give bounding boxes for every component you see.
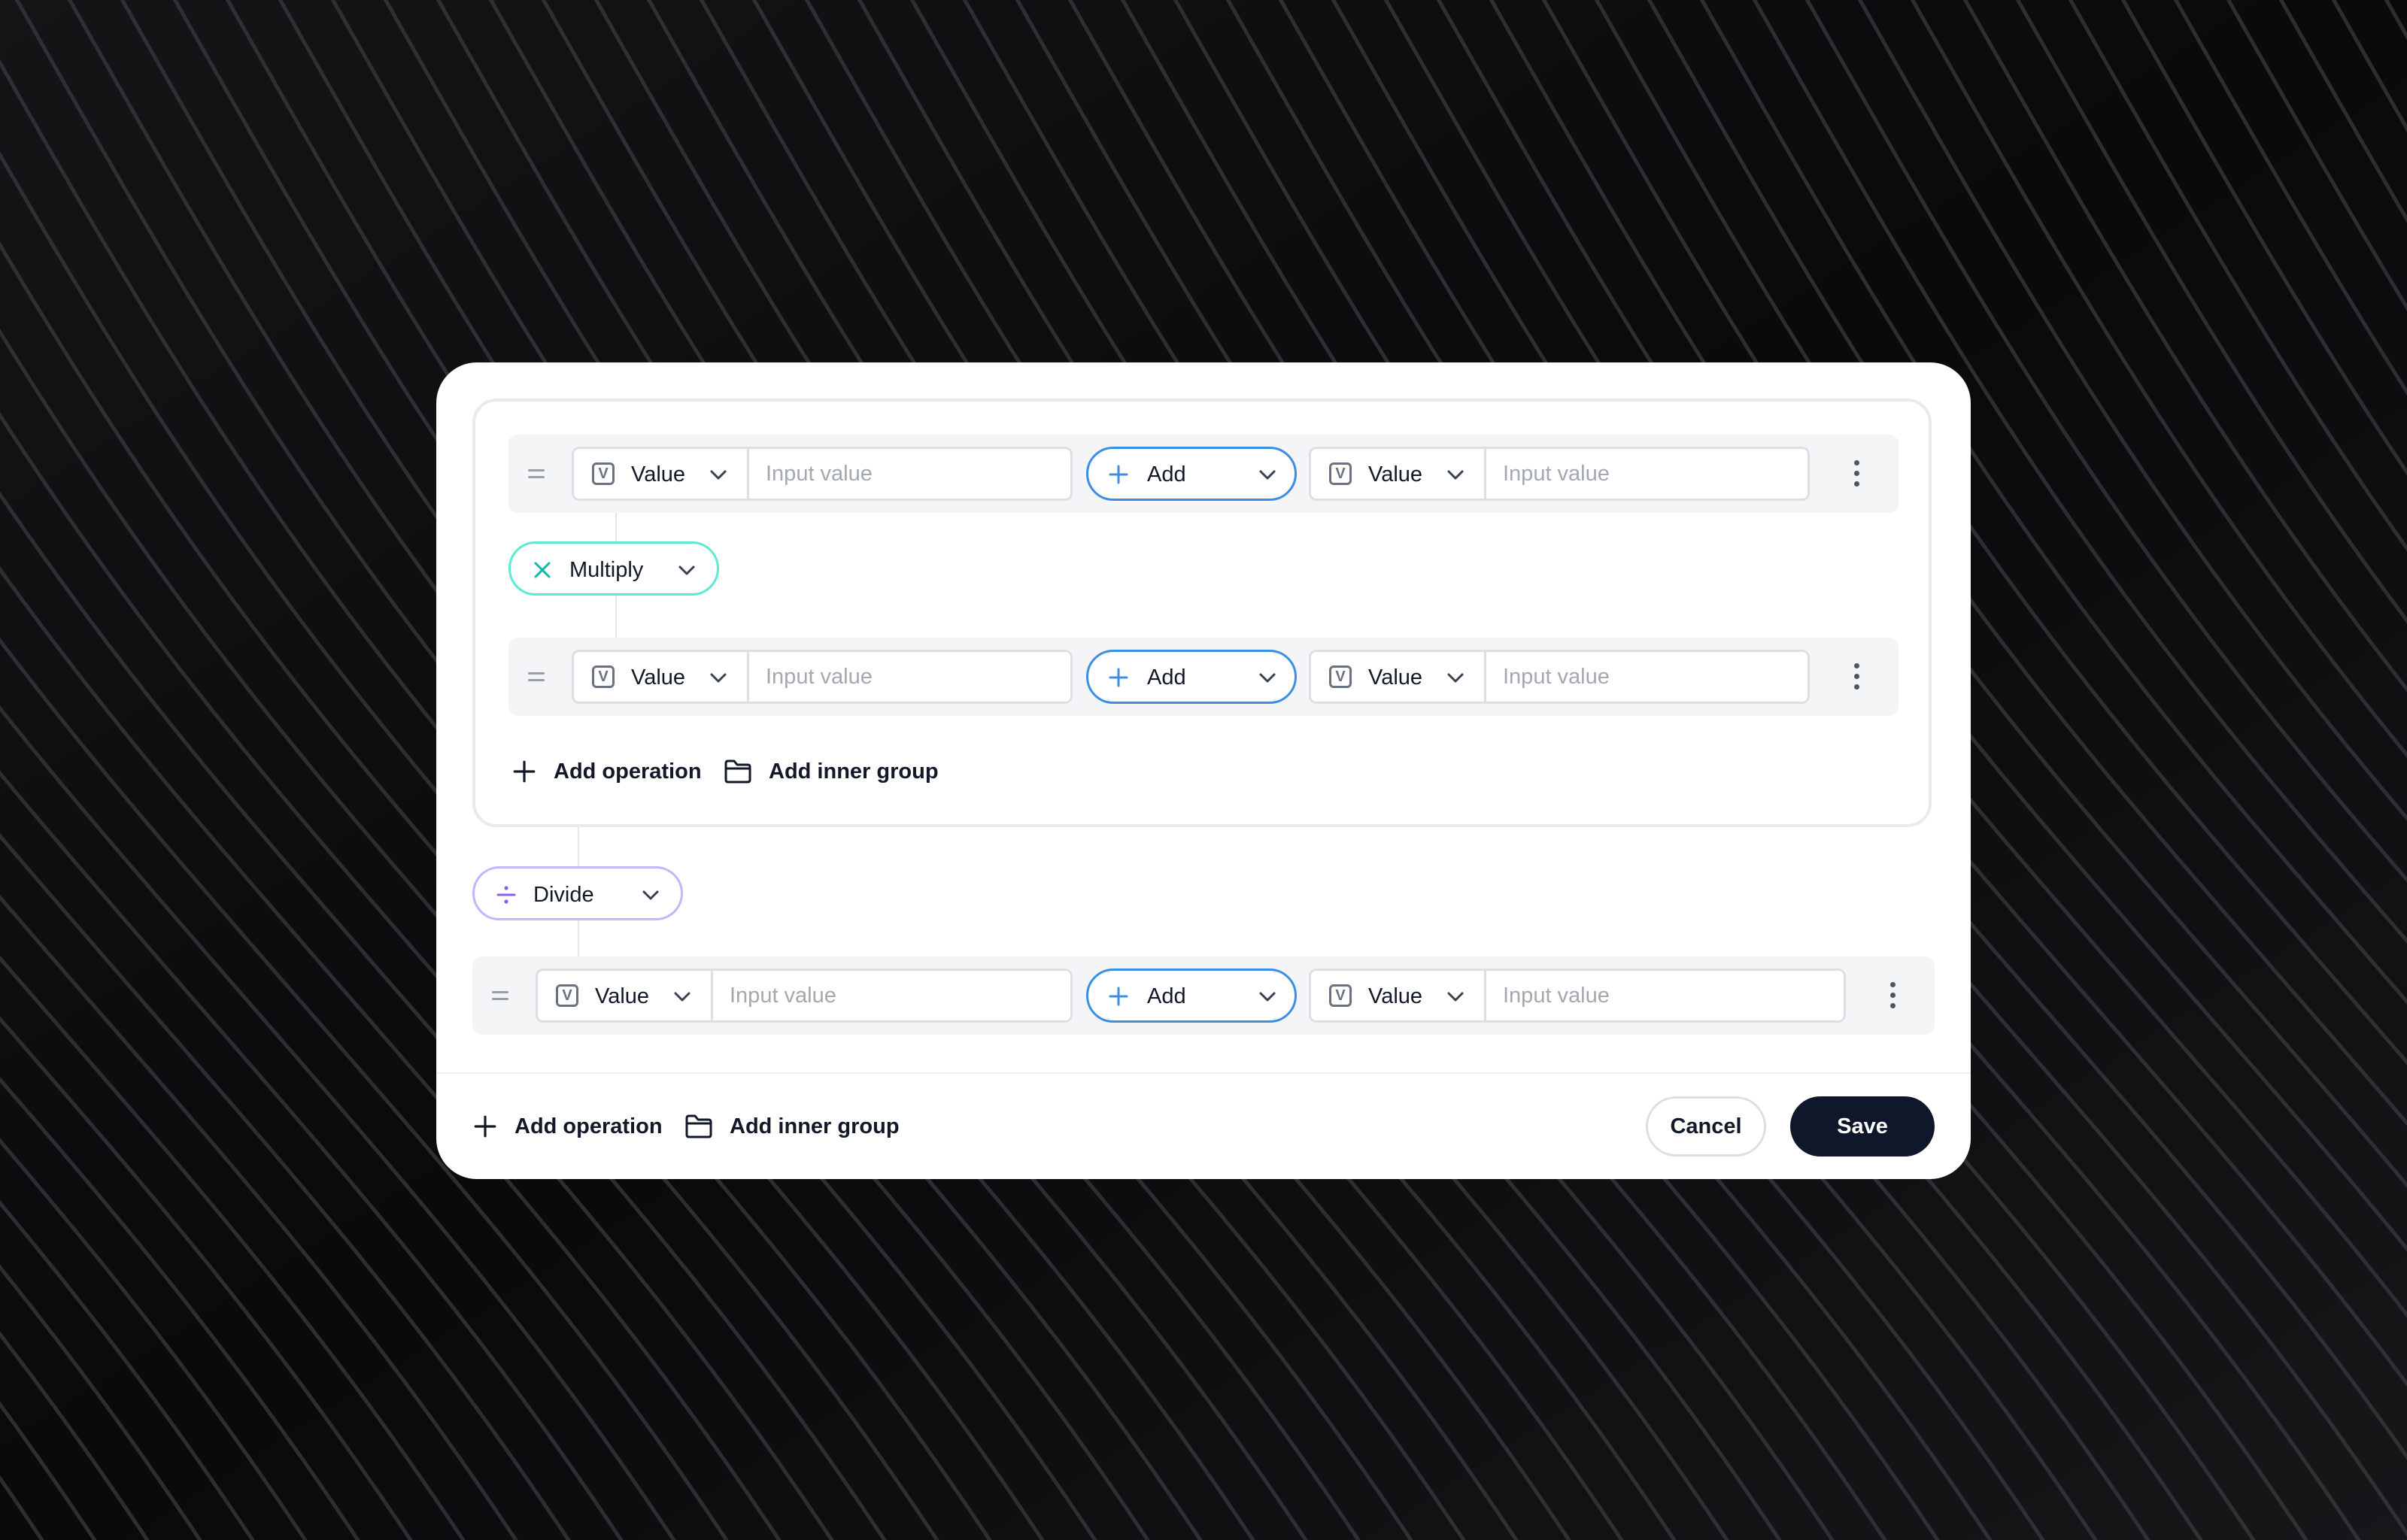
chevron-down-icon	[1447, 673, 1464, 683]
operator-label: Add	[1147, 665, 1186, 690]
more-options-icon[interactable]	[1888, 979, 1897, 1012]
operator-select-add[interactable]: Add	[1086, 447, 1297, 501]
plus-icon	[1109, 987, 1128, 1006]
connector-select-divide[interactable]: Divide	[472, 866, 683, 920]
left-operand-type-select[interactable]: V Value	[536, 969, 713, 1023]
right-operand-type-label: Value	[1368, 984, 1423, 1008]
value-type-icon: V	[1329, 984, 1352, 1007]
more-options-icon[interactable]	[1852, 457, 1861, 490]
operator-select-add[interactable]: Add	[1086, 650, 1297, 704]
connector-line	[615, 596, 617, 638]
add-inner-group-button[interactable]: Add inner group	[684, 1108, 900, 1144]
right-operand-input[interactable]	[1486, 447, 1810, 501]
left-operand-type-label: Value	[631, 462, 686, 487]
right-operand-type-select[interactable]: V Value	[1309, 650, 1486, 704]
operator-label: Add	[1147, 462, 1186, 487]
multiply-icon	[534, 562, 551, 578]
value-type-icon: V	[1329, 462, 1352, 485]
drag-handle-icon[interactable]	[528, 469, 545, 478]
connector-line	[578, 827, 579, 866]
plus-icon	[1109, 668, 1128, 687]
right-operand-type-select[interactable]: V Value	[1309, 969, 1486, 1023]
operation-row: V Value Add V Value	[508, 435, 1899, 513]
plus-icon	[474, 1115, 496, 1138]
connector-label: Multiply	[569, 558, 644, 582]
left-operand-input[interactable]	[713, 969, 1073, 1023]
connector-label: Divide	[533, 883, 594, 907]
left-operand-type-label: Value	[595, 984, 650, 1008]
connector-line	[578, 920, 579, 956]
more-options-icon[interactable]	[1852, 660, 1861, 693]
chevron-down-icon	[642, 890, 659, 900]
chevron-down-icon	[1259, 992, 1276, 1002]
value-type-icon: V	[556, 984, 578, 1007]
right-operand-type-label: Value	[1368, 462, 1423, 487]
chevron-down-icon	[1447, 470, 1464, 480]
expression-builder-dialog: V Value Add V Value Multi	[436, 362, 1971, 1179]
folder-icon	[685, 1114, 712, 1138]
connector-select-multiply[interactable]: Multiply	[508, 541, 719, 596]
group-add-inner-group-button[interactable]: Add inner group	[724, 753, 939, 790]
operation-row: V Value Add V Value	[472, 956, 1935, 1035]
right-operand-input[interactable]	[1486, 969, 1846, 1023]
value-type-icon: V	[592, 665, 615, 688]
chevron-down-icon	[1259, 470, 1276, 480]
footer-divider	[436, 1072, 1971, 1074]
drag-handle-icon[interactable]	[528, 672, 545, 681]
plus-icon	[513, 760, 536, 783]
left-operand-input[interactable]	[749, 447, 1073, 501]
chevron-down-icon	[710, 673, 727, 683]
add-operation-button[interactable]: Add operation	[472, 1108, 663, 1144]
left-operand-type-select[interactable]: V Value	[572, 447, 749, 501]
left-operand-input[interactable]	[749, 650, 1073, 704]
operator-label: Add	[1147, 984, 1186, 1008]
connector-line	[615, 513, 617, 541]
add-inner-group-label: Add inner group	[730, 1114, 900, 1138]
chevron-down-icon	[1259, 673, 1276, 683]
cancel-button[interactable]: Cancel	[1646, 1096, 1766, 1157]
right-operand-type-label: Value	[1368, 665, 1423, 690]
group-add-operation-button[interactable]: Add operation	[511, 753, 702, 790]
chevron-down-icon	[674, 992, 691, 1002]
chevron-down-icon	[1447, 992, 1464, 1002]
add-operation-label: Add operation	[514, 1114, 663, 1138]
operation-row: V Value Add V Value	[508, 638, 1899, 716]
value-type-icon: V	[592, 462, 615, 485]
right-operand-input[interactable]	[1486, 650, 1810, 704]
chevron-down-icon	[678, 565, 695, 575]
left-operand-type-label: Value	[631, 665, 686, 690]
drag-handle-icon[interactable]	[492, 991, 508, 1000]
operator-select-add[interactable]: Add	[1086, 969, 1297, 1023]
folder-icon	[724, 759, 751, 784]
group-add-operation-label: Add operation	[554, 759, 702, 784]
left-operand-type-select[interactable]: V Value	[572, 650, 749, 704]
right-operand-type-select[interactable]: V Value	[1309, 447, 1486, 501]
plus-icon	[1109, 465, 1128, 484]
chevron-down-icon	[710, 470, 727, 480]
divide-icon	[496, 886, 516, 904]
operation-group: V Value Add V Value Multi	[472, 399, 1932, 827]
group-add-inner-group-label: Add inner group	[769, 759, 939, 784]
save-button[interactable]: Save	[1790, 1096, 1935, 1157]
value-type-icon: V	[1329, 665, 1352, 688]
